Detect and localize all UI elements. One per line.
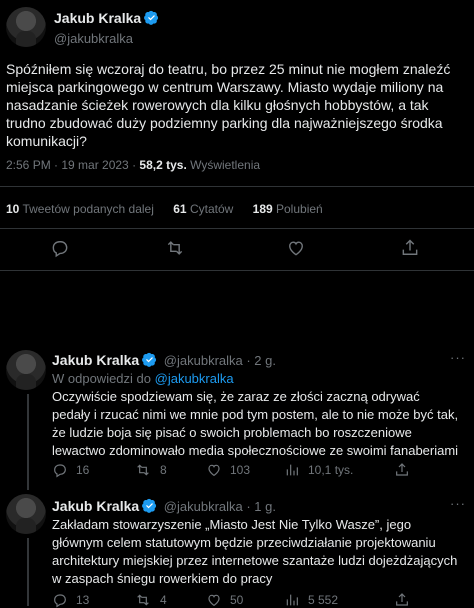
avatar[interactable]: [6, 350, 46, 390]
thread-line: [27, 394, 29, 490]
author-name[interactable]: Jakub Kralka: [52, 352, 139, 368]
author-name[interactable]: Jakub Kralka: [52, 498, 139, 514]
tweet-text: Zakładam stowarzyszenie „Miasto Jest Nie…: [52, 517, 458, 586]
views-button[interactable]: 10,1 tys.: [284, 462, 353, 478]
reply-to-prefix: W odpowiedzi do: [52, 371, 155, 386]
retweets-stat[interactable]: 10 Tweetów podanych dalej: [6, 202, 154, 216]
retweet-button[interactable]: [164, 238, 186, 258]
divider: [52, 490, 474, 491]
retweet-count: 8: [160, 463, 167, 477]
tweet-age[interactable]: · 2 g.: [243, 353, 276, 368]
views-count: 58,2 tys.: [139, 158, 187, 172]
reply-button[interactable]: 16: [52, 462, 89, 478]
more-options-icon[interactable]: ···: [450, 350, 466, 365]
share-button[interactable]: [400, 238, 420, 258]
retweet-button[interactable]: 8: [134, 462, 167, 478]
author-name[interactable]: Jakub Kralka: [54, 10, 141, 26]
verified-badge-icon: [144, 10, 159, 25]
reply-count: 16: [76, 463, 90, 477]
divider: [0, 186, 474, 187]
reply-to-handle[interactable]: @jakubkralka: [155, 371, 234, 386]
retweet-count: 4: [160, 593, 167, 607]
share-button[interactable]: [394, 462, 410, 478]
author-info: Jakub Kralka @jakubkralka: [54, 10, 159, 46]
avatar[interactable]: [6, 494, 46, 534]
views-count: 5 552: [308, 593, 339, 607]
retweets-count: 10: [6, 202, 20, 216]
author-handle[interactable]: @jakubkralka: [164, 353, 243, 368]
like-button[interactable]: [286, 238, 306, 258]
views-icon: [284, 462, 300, 478]
author-handle[interactable]: @jakubkralka: [164, 499, 243, 514]
likes-label: Polubień: [272, 202, 323, 216]
reply-icon: [52, 462, 68, 478]
share-icon: [400, 238, 420, 258]
share-icon: [394, 462, 410, 478]
likes-stat[interactable]: 189 Polubień: [253, 202, 323, 216]
like-count: 50: [230, 593, 244, 607]
reply-count: 13: [76, 593, 90, 607]
reply-button[interactable]: [50, 238, 70, 258]
like-icon: [286, 238, 306, 258]
tweet-age[interactable]: · 1 g.: [243, 499, 276, 514]
like-icon: [206, 462, 222, 478]
tweet-stats: 10 Tweetów podanych dalej 61 Cytatów 189…: [6, 202, 323, 216]
divider: [0, 228, 474, 229]
author-handle[interactable]: @jakubkralka: [54, 31, 159, 46]
reply-header: Jakub Kralka @jakubkralka · 2 g. ···: [52, 350, 465, 368]
views-label: Wyświetlenia: [186, 158, 261, 172]
reply-to-line: W odpowiedzi do @jakubkralka: [52, 371, 234, 386]
divider: [0, 270, 474, 271]
tweet-timestamp[interactable]: 2:56 PM · 19 mar 2023 ·: [6, 158, 139, 172]
quotes-stat[interactable]: 61 Cytatów: [173, 202, 233, 216]
retweet-icon: [164, 238, 186, 258]
views-count: 10,1 tys.: [308, 463, 354, 477]
retweet-icon: [134, 462, 152, 478]
more-options-icon[interactable]: ···: [450, 496, 466, 511]
avatar[interactable]: [6, 7, 46, 47]
thread-line: [27, 538, 29, 606]
reply-icon: [50, 238, 70, 258]
verified-badge-icon: [142, 498, 157, 513]
reply-header: Jakub Kralka @jakubkralka · 1 g. ···: [52, 496, 465, 514]
retweets-label: Tweetów podanych dalej: [19, 202, 154, 216]
quotes-label: Cytatów: [186, 202, 234, 216]
tweet-meta: 2:56 PM · 19 mar 2023 · 58,2 tys. Wyświe…: [6, 158, 260, 172]
verified-badge-icon: [142, 352, 157, 367]
quotes-count: 61: [173, 202, 187, 216]
tweet-text: Spóźniłem się wczoraj do teatru, bo prze…: [6, 61, 451, 149]
likes-count: 189: [252, 202, 273, 216]
like-button[interactable]: 103: [206, 462, 250, 478]
like-count: 103: [230, 463, 251, 477]
tweet-text: Oczywiście spodziewam się, że zaraz ze z…: [52, 389, 459, 458]
